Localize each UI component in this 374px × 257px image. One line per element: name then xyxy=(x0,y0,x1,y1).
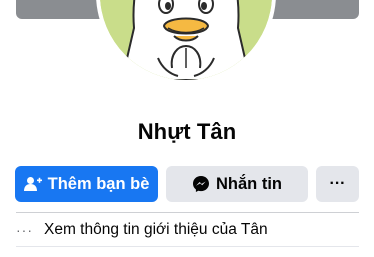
add-friend-button[interactable]: Thêm bạn bè xyxy=(15,166,158,202)
add-friend-label: Thêm bạn bè xyxy=(47,174,150,193)
profile-page: Nhựt Tân Thêm bạn bè Nhắn tin ··· ··· Xe… xyxy=(0,0,374,257)
about-link[interactable]: ··· Xem thông tin giới thiệu của Tân xyxy=(16,218,359,242)
divider-bottom xyxy=(16,246,359,247)
messenger-icon xyxy=(192,175,210,193)
person-plus-icon xyxy=(23,176,42,192)
ellipsis-icon: ··· xyxy=(16,222,33,238)
more-dots-icon: ··· xyxy=(329,175,346,192)
avatar[interactable] xyxy=(100,0,272,80)
divider xyxy=(16,212,359,213)
message-label: Nhắn tin xyxy=(216,174,282,193)
avatar-frame xyxy=(96,0,276,84)
duck-avatar-illustration xyxy=(100,0,272,80)
more-options-button[interactable]: ··· xyxy=(316,166,359,202)
message-button[interactable]: Nhắn tin xyxy=(166,166,308,202)
profile-name: Nhựt Tân xyxy=(137,119,237,144)
about-label: Xem thông tin giới thiệu của Tân xyxy=(44,221,268,238)
